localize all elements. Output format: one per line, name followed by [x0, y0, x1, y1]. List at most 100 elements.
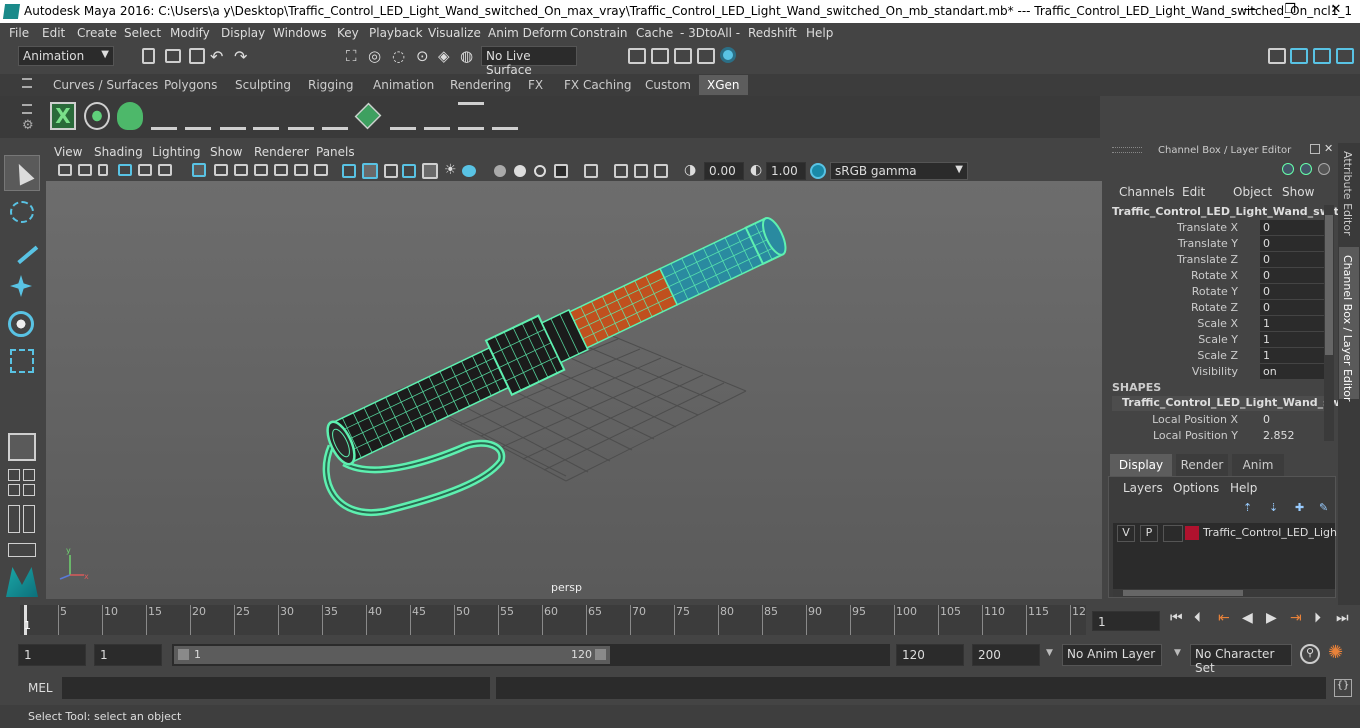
le-menu-help[interactable]: Help: [1230, 481, 1257, 495]
playback-end-field[interactable]: 120: [896, 644, 964, 666]
backface-culling-icon[interactable]: [654, 164, 668, 178]
step-forward-frame-icon[interactable]: ⏵: [1314, 610, 1321, 626]
step-back-frame-icon[interactable]: ⏴: [1194, 610, 1201, 626]
snap-live-icon[interactable]: ◍: [460, 47, 473, 65]
open-scene-icon[interactable]: [165, 49, 181, 63]
workspace-icon[interactable]: [1268, 48, 1286, 64]
film-gate-icon[interactable]: [214, 164, 228, 176]
menu-constrain[interactable]: Constrain: [570, 26, 628, 40]
move-layer-up-icon[interactable]: ⇡: [1243, 501, 1252, 514]
range-slider-handle[interactable]: 1 120: [174, 646, 610, 664]
rotate-tool-icon[interactable]: [8, 311, 34, 337]
paint-select-tool-icon[interactable]: [5, 231, 39, 265]
channel-row-rotate-y[interactable]: Rotate Y0: [1104, 284, 1324, 300]
image-plane-icon[interactable]: [118, 164, 132, 176]
vp-menu-panels[interactable]: Panels: [316, 145, 355, 159]
menu-cache[interactable]: Cache: [636, 26, 673, 40]
close-button[interactable]: ✕: [1322, 2, 1350, 20]
xgen-create-description-icon[interactable]: [117, 102, 143, 130]
channel-filter-icon[interactable]: [1282, 163, 1294, 175]
time-slider[interactable]: 1 5 10 15 20 25 30 35 40 45 50 55 60 65 …: [20, 605, 1086, 635]
xgen-delete-guide-icon[interactable]: [492, 102, 518, 130]
script-editor-icon[interactable]: {}: [1334, 679, 1352, 697]
mel-label[interactable]: MEL: [28, 681, 53, 695]
layer-name[interactable]: Traffic_Control_LED_Ligh: [1203, 526, 1337, 539]
redo-icon[interactable]: ↷: [234, 47, 247, 66]
isolate-select-icon[interactable]: [554, 164, 568, 178]
color-management-icon[interactable]: [810, 163, 826, 179]
field-chart-icon[interactable]: [274, 164, 288, 176]
attribute-editor-toggle-icon[interactable]: [1290, 48, 1308, 64]
resolution-gate-icon[interactable]: [234, 164, 248, 176]
menu-create[interactable]: Create: [77, 26, 117, 40]
channel-scrollbar-thumb[interactable]: [1325, 215, 1333, 355]
save-scene-icon[interactable]: [189, 48, 205, 64]
channel-row-translate-z[interactable]: Translate Z0: [1104, 252, 1324, 268]
cb-menu-show[interactable]: Show: [1282, 185, 1314, 199]
vp-menu-view[interactable]: View: [54, 145, 82, 159]
gamma-icon[interactable]: ◐: [750, 162, 762, 178]
maximize-button[interactable]: ❐: [1276, 2, 1304, 20]
cb-menu-channels[interactable]: Channels: [1119, 185, 1175, 199]
tab-channel-box[interactable]: Channel Box / Layer Editor: [1341, 255, 1354, 402]
range-end-grip[interactable]: [595, 649, 606, 660]
menu-playback[interactable]: Playback: [369, 26, 423, 40]
xgen-bend-icon[interactable]: [390, 102, 416, 130]
panel-drag-handle[interactable]: [1112, 147, 1142, 153]
anim-layer-dropdown[interactable]: No Anim Layer: [1062, 644, 1162, 666]
tab-animation[interactable]: Animation: [373, 78, 434, 92]
shelf-gear-icon[interactable]: ⚙: [22, 118, 34, 133]
move-layer-down-icon[interactable]: ⇣: [1269, 501, 1278, 514]
exposure-field[interactable]: 0.00: [704, 162, 744, 180]
single-perspective-layout-icon[interactable]: [8, 433, 36, 461]
cb-menu-edit[interactable]: Edit: [1182, 185, 1205, 199]
tab-display[interactable]: Display: [1110, 454, 1172, 476]
tab-rigging[interactable]: Rigging: [308, 78, 353, 92]
layer-color-swatch[interactable]: [1185, 526, 1199, 540]
shadows-icon[interactable]: ☀: [444, 162, 457, 178]
new-layer-selected-icon[interactable]: ✎: [1319, 501, 1328, 514]
range-slider[interactable]: 1 120: [172, 644, 890, 666]
render-view-icon[interactable]: [628, 48, 646, 64]
tab-anim[interactable]: Anim: [1232, 454, 1284, 476]
menu-display[interactable]: Display: [221, 26, 265, 40]
channel-row-local-position-y[interactable]: Local Position Y 2.852: [1104, 428, 1324, 444]
undo-icon[interactable]: ↶: [210, 47, 223, 66]
bookmark-icon[interactable]: [98, 164, 108, 176]
float-panel-icon[interactable]: [1310, 144, 1320, 154]
menu-visualize[interactable]: Visualize: [428, 26, 481, 40]
persp-hypershade-layout-icon[interactable]: [23, 484, 35, 496]
wireframe-on-shaded-icon[interactable]: [384, 164, 398, 178]
xgen-guides-to-curves-icon[interactable]: [322, 102, 348, 130]
play-backwards-icon[interactable]: ◀: [1242, 610, 1253, 626]
auto-key-icon[interactable]: ⚲: [1300, 644, 1320, 664]
channel-row-scale-z[interactable]: Scale Z1: [1104, 348, 1324, 364]
play-forwards-icon[interactable]: ▶: [1266, 610, 1277, 626]
step-forward-key-icon[interactable]: ⇥: [1290, 610, 1302, 626]
tab-fx-caching[interactable]: FX Caching: [564, 78, 631, 92]
tab-attribute-editor[interactable]: Attribute Editor: [1341, 151, 1354, 236]
animation-preferences-icon[interactable]: ✺: [1328, 642, 1343, 663]
vp-menu-lighting[interactable]: Lighting: [152, 145, 201, 159]
smooth-shade-icon[interactable]: [362, 163, 378, 179]
channel-row-rotate-z[interactable]: Rotate Z0: [1104, 300, 1324, 316]
channel-scrollbar[interactable]: [1324, 205, 1334, 441]
gamma-field[interactable]: 1.00: [766, 162, 806, 180]
menu-3dtoall[interactable]: - 3DtoAll -: [680, 26, 740, 40]
channel-row-local-position-x[interactable]: Local Position X0: [1104, 412, 1324, 428]
camera-attributes-icon[interactable]: [78, 164, 92, 176]
xgen-preview-icon[interactable]: [84, 102, 110, 130]
step-back-key-icon[interactable]: ⇤: [1218, 610, 1230, 626]
menu-anim-deform[interactable]: Anim Deform: [488, 26, 567, 40]
vp-menu-shading[interactable]: Shading: [94, 145, 143, 159]
tab-curves-surfaces[interactable]: Curves / Surfaces: [53, 78, 158, 92]
le-menu-options[interactable]: Options: [1173, 481, 1219, 495]
tab-xgen[interactable]: XGen: [699, 75, 748, 95]
menu-file[interactable]: File: [9, 26, 29, 40]
xray-components-icon[interactable]: [634, 164, 648, 178]
xgen-editor-icon[interactable]: X: [50, 102, 76, 130]
outliner-layout-icon[interactable]: [8, 505, 20, 533]
channel-row-rotate-x[interactable]: Rotate X0: [1104, 268, 1324, 284]
layer-row[interactable]: V P Traffic_Control_LED_Ligh: [1115, 525, 1337, 543]
use-all-lights-icon[interactable]: [422, 163, 438, 179]
